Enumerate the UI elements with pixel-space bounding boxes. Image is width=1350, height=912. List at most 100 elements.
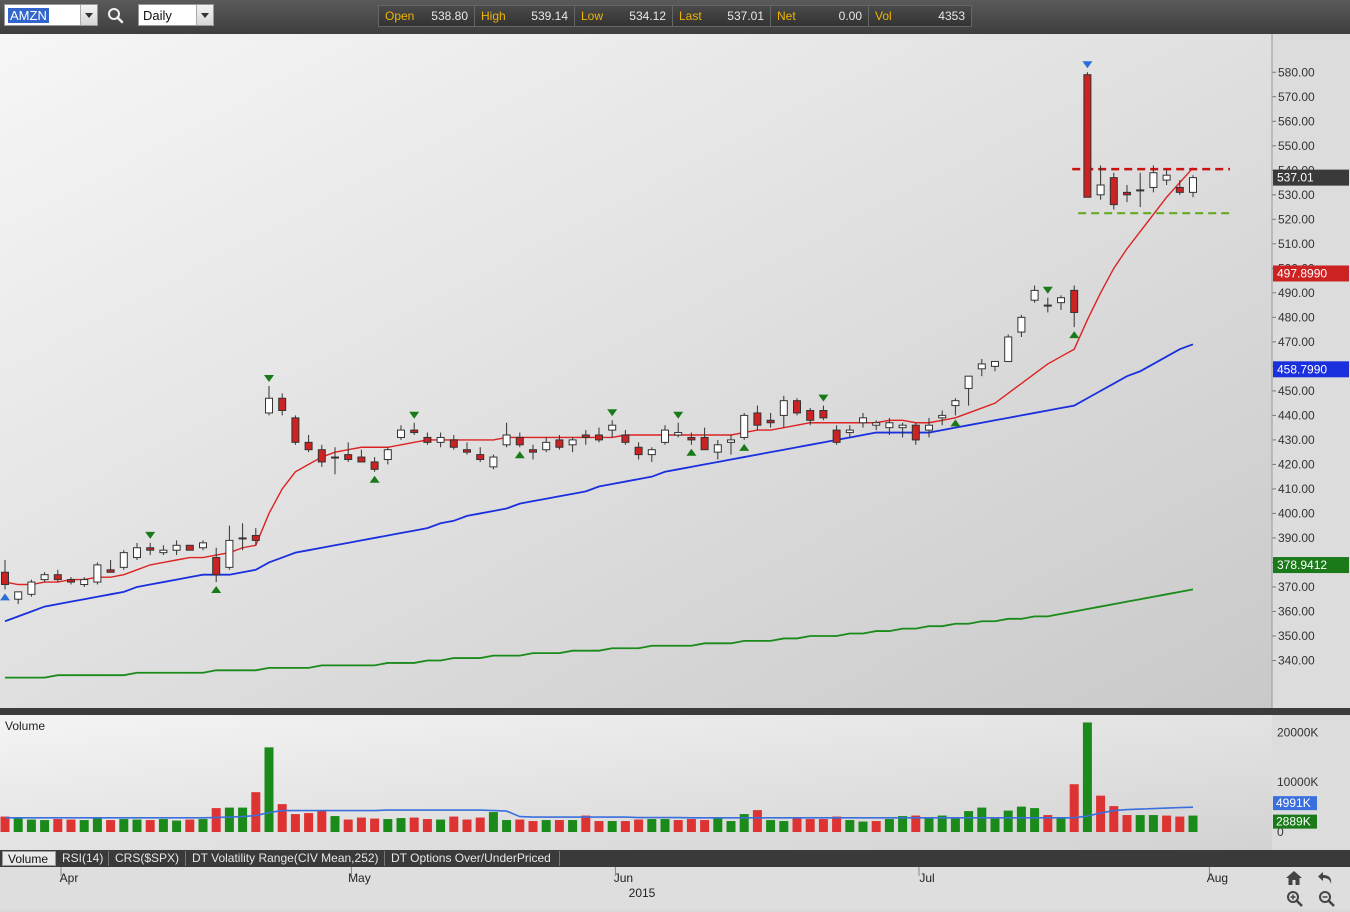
candle-body: [898, 424, 907, 429]
candle-body: [1189, 177, 1197, 193]
volume-bar: [40, 820, 50, 832]
candle-body: [1083, 74, 1092, 198]
price-tick-label: 580.00: [1278, 65, 1315, 79]
volume-bar: [858, 821, 868, 832]
price-tick-label: 440.00: [1278, 408, 1315, 422]
tab-options-over-underpriced[interactable]: DT Options Over/UnderPriced: [386, 851, 560, 866]
interval-select[interactable]: Daily: [138, 4, 214, 26]
candle-body: [819, 409, 828, 419]
quote-vol: Vol 4353: [869, 6, 971, 26]
price-tag-label: 537.01: [1277, 171, 1314, 185]
candle-body: [14, 591, 23, 600]
volume-bar: [581, 815, 591, 832]
volume-bar: [132, 819, 142, 832]
candle-body: [1136, 189, 1145, 192]
quote-low: Low 534.12: [575, 6, 673, 26]
volume-bar: [449, 816, 459, 832]
volume-tick-label: 10000K: [1277, 775, 1318, 789]
price-tick-label: 550.00: [1278, 139, 1315, 153]
candle-body: [1057, 297, 1065, 304]
candle-up: [119, 550, 128, 570]
undo-icon[interactable]: [1316, 869, 1336, 887]
candle-body: [713, 444, 722, 453]
volume-bar: [488, 812, 498, 832]
candle-body: [331, 456, 339, 459]
candle-body: [845, 429, 854, 434]
interval-dropdown-arrow[interactable]: [196, 5, 213, 25]
price-tick-label: 510.00: [1278, 237, 1315, 251]
candle-body: [397, 429, 405, 438]
quote-net: Net 0.00: [771, 6, 869, 26]
volume-bar: [304, 813, 314, 832]
candle-body: [278, 397, 287, 411]
volume-bar: [924, 817, 934, 832]
volume-bar: [251, 792, 261, 832]
candle-body: [700, 436, 709, 451]
volume-bar: [277, 804, 287, 832]
price-tick-label: 530.00: [1278, 188, 1315, 202]
interval-value[interactable]: Daily: [143, 8, 172, 23]
candle-body: [344, 454, 353, 461]
volume-bar: [1188, 815, 1198, 832]
volume-bar: [739, 814, 749, 832]
home-icon[interactable]: [1284, 869, 1304, 887]
tab-volume[interactable]: Volume: [2, 851, 56, 866]
volume-bar: [752, 810, 762, 832]
quote-label: Low: [581, 9, 604, 23]
candle-body: [1096, 184, 1105, 196]
volume-bar: [515, 819, 525, 832]
volume-bar: [541, 820, 551, 832]
volume-bar: [686, 819, 696, 832]
candle-body: [753, 412, 762, 426]
tab-rsi[interactable]: RSI(14): [57, 851, 109, 866]
volume-bar: [198, 819, 208, 832]
tab-crs[interactable]: CRS($SPX): [110, 851, 186, 866]
month-label: Aug: [1207, 871, 1228, 885]
candle-body: [119, 552, 128, 568]
candle-body: [370, 461, 379, 470]
symbol-value[interactable]: AMZN: [8, 8, 49, 23]
candle-body: [872, 422, 881, 426]
candle-body: [146, 547, 155, 551]
volume-bar: [1003, 810, 1013, 832]
symbol-input[interactable]: AMZN: [4, 4, 98, 26]
volume-bar: [211, 808, 221, 832]
volume-bar: [554, 820, 564, 832]
price-tick-label: 490.00: [1278, 286, 1315, 300]
volume-bar: [158, 819, 168, 832]
price-tag-label: 497.8990: [1277, 266, 1327, 280]
quote-value: 538.80: [431, 9, 468, 23]
volume-bar: [172, 820, 182, 832]
quote-value: 4353: [938, 9, 965, 23]
month-label: May: [348, 871, 371, 885]
candle-body: [1123, 191, 1131, 196]
volume-bar: [224, 807, 234, 832]
volume-bar: [950, 818, 960, 832]
volume-bar: [1162, 815, 1172, 832]
candle-body: [489, 456, 498, 468]
candle-body: [727, 439, 735, 443]
search-icon[interactable]: [106, 6, 126, 26]
price-tick-label: 400.00: [1278, 506, 1315, 520]
price-chart[interactable]: Volume 580.00570.00560.00550.00540.00530…: [0, 34, 1350, 909]
candle-body: [1, 571, 9, 586]
candle-body: [621, 434, 630, 443]
zoom-out-icon[interactable]: [1318, 890, 1336, 908]
pane-divider[interactable]: [0, 708, 1350, 715]
volume-bar: [436, 819, 446, 832]
chart-area[interactable]: Volume 580.00570.00560.00550.00540.00530…: [0, 34, 1350, 909]
zoom-in-icon[interactable]: [1286, 890, 1304, 908]
candle-body: [634, 446, 643, 456]
volume-bar: [884, 819, 894, 832]
volume-bar: [845, 820, 855, 832]
candle-body: [885, 422, 894, 429]
volume-bar: [462, 819, 472, 832]
tab-volatility-range[interactable]: DT Volatility Range(CIV Mean,252): [187, 851, 385, 866]
candle-body: [383, 449, 392, 461]
volume-tick-label: 20000K: [1277, 725, 1318, 739]
volume-bar: [1175, 816, 1185, 832]
candle-body: [991, 360, 999, 367]
symbol-dropdown-arrow[interactable]: [80, 5, 97, 25]
volume-bar: [0, 816, 10, 832]
candle-body: [172, 544, 181, 551]
